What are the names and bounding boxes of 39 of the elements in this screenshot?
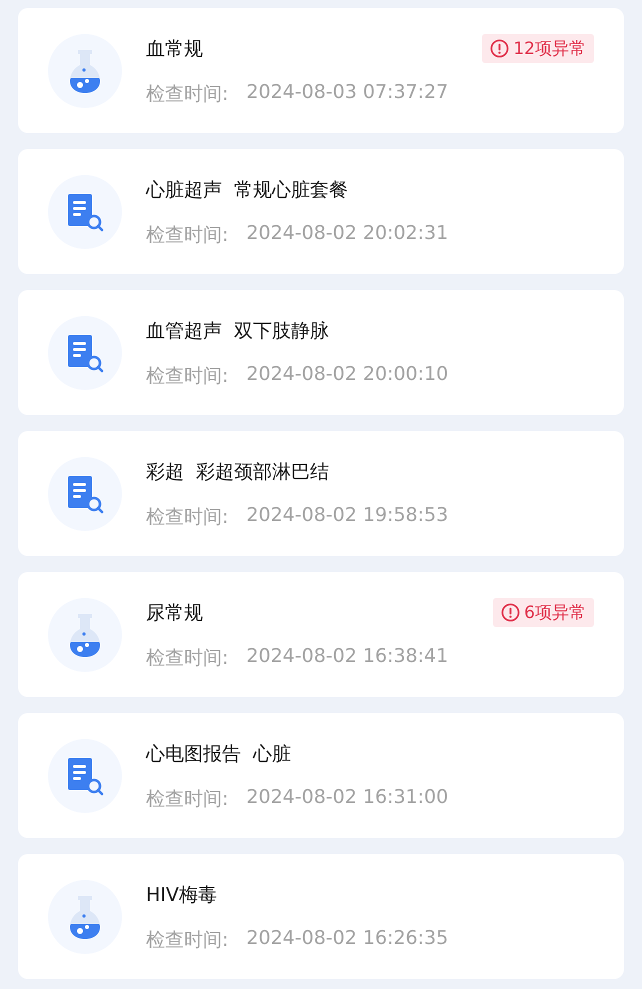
document-search-icon [66,756,104,796]
alert-icon [501,603,520,622]
report-card[interactable]: 血管超声 双下肢静脉 检查时间: 2024-08-02 20:00:10 [18,290,624,415]
report-card[interactable]: 彩超 彩超颈部淋巴结 检查时间: 2024-08-02 19:58:53 [18,431,624,556]
time-label: 检查时间: [146,364,228,388]
time-label: 检查时间: [146,786,228,812]
alert-icon [490,39,510,58]
abnormal-count: 12项异常 [513,38,586,60]
exam-time: 2024-08-02 19:58:53 [246,504,448,528]
document-search-icon [66,332,104,372]
report-title: 心电图报告 心脏 [146,742,292,766]
report-title: 血常规 [146,36,203,62]
abnormal-count: 6项异常 [524,602,586,624]
report-card[interactable]: HIV梅毒 检查时间: 2024-08-02 16:26:35 [18,854,624,979]
report-title: 心脏超声 常规心脏套餐 [146,178,348,202]
exam-time: 2024-08-03 07:37:27 [246,80,448,104]
report-title: 尿常规 [146,600,203,626]
time-label: 检查时间: [146,646,228,670]
exam-time: 2024-08-02 20:00:10 [246,362,448,386]
report-title: 血管超声 双下肢静脉 [146,318,330,344]
time-label: 检查时间: [146,504,228,530]
report-card[interactable]: 尿常规 6项异常 检查时间: 2024-08-02 16:38:41 [18,572,624,697]
document-search-icon [66,192,104,232]
exam-time: 2024-08-02 16:31:00 [246,786,448,810]
document-search-icon [66,474,104,514]
flask-icon [68,612,102,658]
report-title: HIV梅毒 [146,882,217,908]
time-label: 检查时间: [146,928,228,952]
time-label: 检查时间: [146,222,228,248]
exam-time: 2024-08-02 16:26:35 [246,926,448,950]
report-card[interactable]: 心脏超声 常规心脏套餐 检查时间: 2024-08-02 20:02:31 [18,149,624,274]
report-title: 彩超 彩超颈部淋巴结 [146,460,330,484]
time-label: 检查时间: [146,82,228,106]
flask-icon [68,894,102,940]
report-card[interactable]: 血常规 12项异常 检查时间: 2024-08-03 07:37:27 [18,8,624,133]
exam-time: 2024-08-02 20:02:31 [246,222,448,246]
report-card[interactable]: 心电图报告 心脏 检查时间: 2024-08-02 16:31:00 [18,713,624,838]
flask-icon [68,48,102,94]
exam-time: 2024-08-02 16:38:41 [246,644,448,668]
